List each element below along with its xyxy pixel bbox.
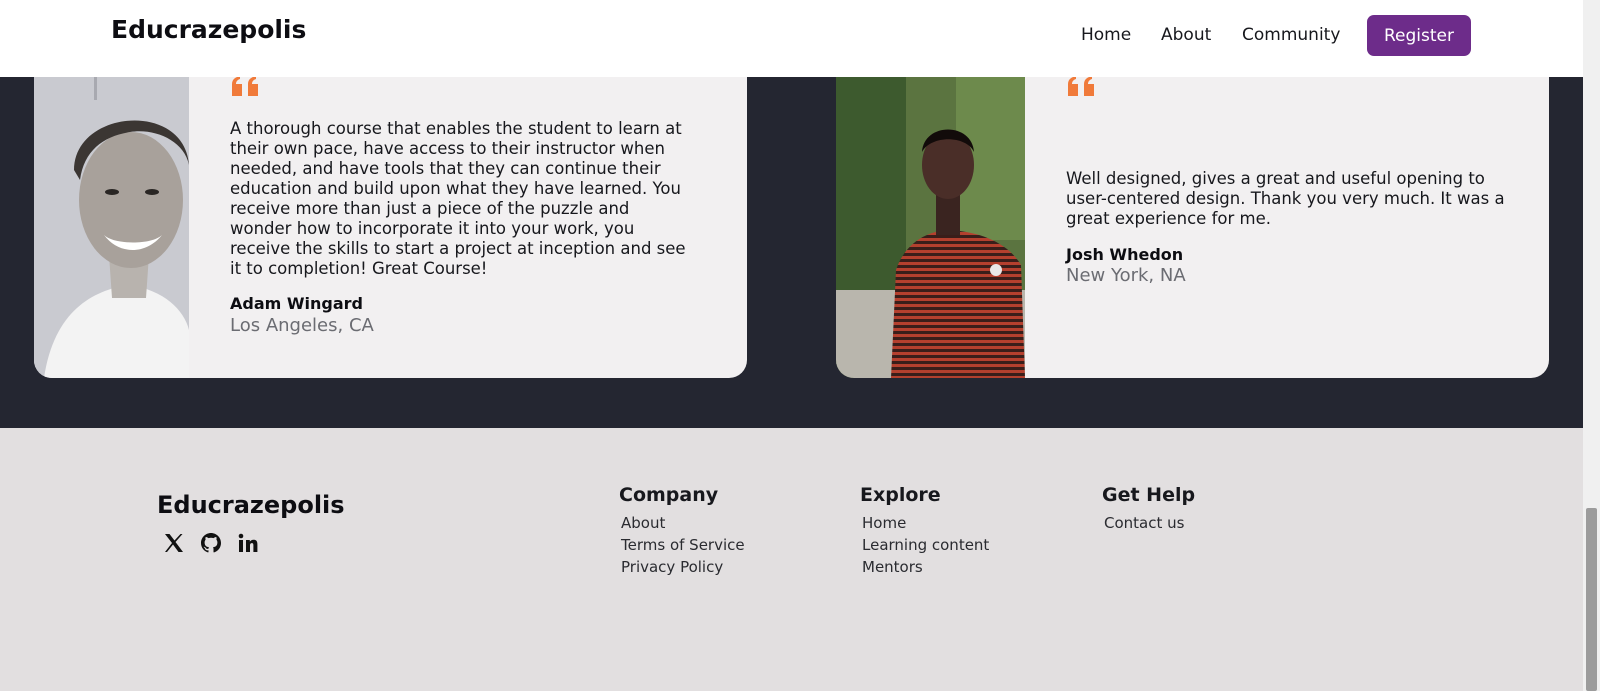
person-photo-josh	[836, 40, 1025, 378]
footer-link-home[interactable]: Home	[862, 514, 906, 532]
footer-column-title-get-help: Get Help	[1102, 484, 1196, 506]
testimonial-card: A thorough course that enables the stude…	[34, 40, 747, 378]
footer-link-contact[interactable]: Contact us	[1104, 514, 1184, 532]
testimonial-photo	[34, 40, 189, 378]
footer-link-terms[interactable]: Terms of Service	[621, 536, 745, 554]
footer-logo: Educrazepolis	[157, 491, 345, 519]
github-icon[interactable]	[199, 531, 223, 555]
testimonial-author-location: New York, NA	[1066, 265, 1186, 286]
site-header: Educrazepolis Home About Community Regis…	[0, 0, 1583, 77]
testimonial-quote: Well designed, gives a great and useful …	[1066, 169, 1505, 228]
footer-link-privacy[interactable]: Privacy Policy	[621, 558, 723, 576]
nav-link-home[interactable]: Home	[1081, 25, 1131, 45]
site-logo[interactable]: Educrazepolis	[111, 15, 306, 44]
footer-link-learning-content[interactable]: Learning content	[862, 536, 989, 554]
footer-link-about[interactable]: About	[621, 514, 665, 532]
testimonial-author-name: Josh Whedon	[1066, 245, 1184, 264]
testimonial-card: Well designed, gives a great and useful …	[836, 40, 1549, 378]
quote-icon	[1068, 76, 1094, 96]
footer-column-title-explore: Explore	[860, 484, 941, 506]
testimonial-quote: A thorough course that enables the stude…	[230, 119, 686, 278]
footer-column-title-company: Company	[619, 484, 719, 506]
nav-link-community[interactable]: Community	[1242, 25, 1340, 45]
person-photo-adam	[34, 40, 189, 378]
quote-icon	[232, 76, 258, 96]
footer-link-mentors[interactable]: Mentors	[862, 558, 923, 576]
testimonial-author-name: Adam Wingard	[230, 294, 363, 313]
x-icon[interactable]	[162, 531, 186, 555]
scrollbar-thumb[interactable]	[1586, 508, 1597, 691]
nav-link-about[interactable]: About	[1161, 25, 1211, 45]
testimonial-photo	[836, 40, 1025, 378]
linkedin-icon[interactable]	[236, 531, 260, 555]
register-button[interactable]: Register	[1367, 15, 1471, 56]
testimonial-author-location: Los Angeles, CA	[230, 315, 374, 336]
